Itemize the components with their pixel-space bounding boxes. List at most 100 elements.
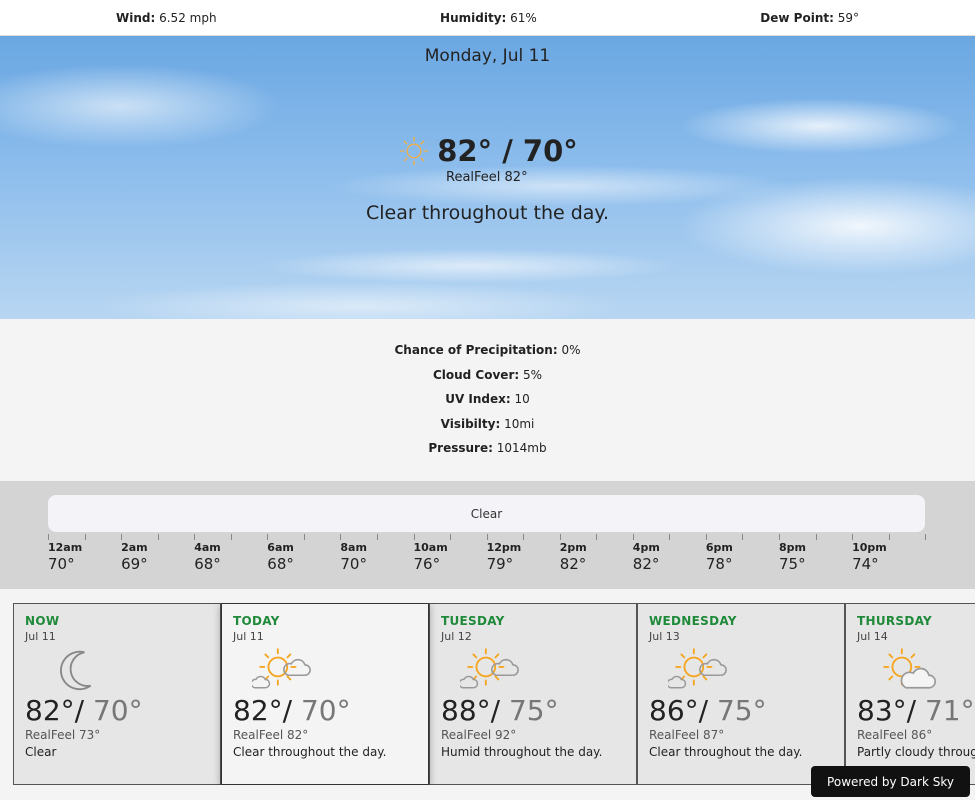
- detail-label: Cloud Cover:: [432, 367, 520, 382]
- card-date: Jul 11: [233, 630, 264, 643]
- timeline-tick: [705, 534, 707, 540]
- detail-value: 1014mb: [496, 441, 547, 456]
- hour-time: 8pm: [779, 541, 806, 554]
- hour-item: 2pm 82°: [560, 541, 587, 573]
- hourly-timeline: Clear 12am 70° 2am 69° 4am 68° 6am 68° 8am 70° 10a…: [0, 481, 975, 589]
- wind-label: Wind:: [116, 10, 156, 25]
- precipitation-row: Chance of Precipitation: 0%: [395, 343, 581, 368]
- timeline-tick: [303, 534, 305, 540]
- timeline-tick: [596, 534, 598, 540]
- card-date: Jul 12: [441, 630, 472, 643]
- hour-time: 12pm: [486, 541, 522, 554]
- partly-sunny-icon: [668, 648, 727, 689]
- card-temps: 82°/ 70°: [233, 694, 351, 727]
- cloud-cover-row: Cloud Cover: 5%: [433, 368, 542, 393]
- timeline-tick: [852, 534, 854, 540]
- timeline-tick: [888, 534, 890, 540]
- pressure-row: Pressure: 1014mb: [428, 441, 546, 466]
- forecast-card-now[interactable]: NOW Jul 11 82°/ 70° RealFeel 73° Clear: [13, 603, 221, 785]
- timeline-tick: [742, 534, 744, 540]
- hour-temp: 75°: [779, 555, 806, 573]
- card-temps: 82°/ 70°: [25, 694, 143, 727]
- card-summary: Clear throughout the day.: [649, 745, 803, 759]
- humidity-value: 61%: [510, 10, 537, 25]
- hour-time: 2am: [121, 541, 148, 554]
- detail-label: Visibilty:: [440, 416, 501, 431]
- card-temps: 88°/ 75°: [441, 694, 559, 727]
- hour-item: 10am 76°: [414, 541, 448, 573]
- card-summary: Partly cloudy throughout the day.: [857, 745, 975, 759]
- conditions-bar: Wind: 6.52 mph Humidity: 61% Dew Point: …: [0, 0, 975, 36]
- detail-label: Pressure:: [428, 441, 493, 456]
- card-day: TUESDAY: [441, 614, 505, 628]
- dew-point-label: Dew Point:: [760, 10, 834, 25]
- card-day: TODAY: [233, 614, 280, 628]
- card-date: Jul 11: [25, 630, 56, 643]
- humidity-label: Humidity:: [440, 10, 507, 25]
- detail-label: Chance of Precipitation:: [394, 343, 558, 357]
- card-low: 71°: [924, 694, 975, 727]
- timeline-tick: [413, 534, 415, 540]
- hour-item: 6am 68°: [267, 541, 294, 573]
- detail-label: UV Index:: [445, 392, 511, 407]
- timeline-tick: [669, 534, 671, 540]
- hour-time: 8am: [340, 541, 367, 554]
- timeline-tick: [486, 534, 488, 540]
- partly-sunny-icon: [252, 648, 311, 689]
- hero-summary: Clear throughout the day.: [365, 202, 610, 224]
- forecast-card-tuesday[interactable]: TUESDAY Jul 12 88°/ 75° RealFeel 92° Humid t…: [429, 603, 637, 785]
- card-summary: Humid throughout the day.: [441, 745, 603, 759]
- forecast-card-thursday[interactable]: THURSDAY Jul 14 83°/ 71° RealFeel 86° Partly…: [845, 603, 975, 785]
- detail-value: 0%: [561, 343, 581, 357]
- hour-temp: 70°: [340, 555, 367, 573]
- timeline-tick: [340, 534, 342, 540]
- card-high: 86°/: [649, 694, 709, 727]
- condition-bar[interactable]: Clear: [48, 495, 925, 532]
- timeline-tick: [121, 534, 123, 540]
- hour-item: 8am 70°: [340, 541, 367, 573]
- hour-temp: 76°: [413, 555, 441, 573]
- hour-time: 10am: [413, 541, 448, 554]
- daily-forecast: NOW Jul 11 82°/ 70° RealFeel 73° Clear TODAY J…: [13, 603, 975, 785]
- hour-temp: 74°: [852, 555, 879, 573]
- hour-item: 4am 68°: [194, 541, 221, 573]
- timeline-tick: [84, 534, 86, 540]
- hero-temps: 82° / 70°: [437, 134, 578, 168]
- timeline-tick: [194, 534, 196, 540]
- hour-time: 4am: [194, 541, 221, 554]
- hero-realfeel: RealFeel 82°: [446, 170, 528, 185]
- hour-time: 10pm: [852, 541, 887, 554]
- detail-value: 5%: [522, 367, 543, 382]
- card-high: 83°/: [857, 694, 917, 727]
- hour-time: 6am: [267, 541, 294, 554]
- sun-icon: [399, 136, 429, 166]
- hero-temperature: 82° / 70°: [0, 134, 975, 168]
- card-low: 75°: [716, 694, 767, 727]
- dew-point-stat: Dew Point: 59°: [760, 11, 859, 25]
- hour-temp: 70°: [48, 555, 75, 573]
- hero-panel: Monday, Jul 11 82° / 70° RealFeel 82° Cl…: [0, 36, 975, 319]
- timeline-tick: [157, 534, 159, 540]
- hour-temp: 78°: [705, 555, 733, 573]
- timeline-tick: [779, 534, 780, 540]
- card-summary: Clear: [25, 745, 57, 759]
- hour-temp: 69°: [121, 555, 148, 573]
- timeline-tick: [450, 534, 452, 540]
- card-temps: 86°/ 75°: [649, 694, 767, 727]
- hour-time: 12am: [48, 541, 83, 554]
- card-date: Jul 14: [857, 630, 888, 643]
- hour-time: 6pm: [705, 541, 733, 554]
- hour-item: 12am 70°: [48, 541, 82, 573]
- forecast-card-wednesday[interactable]: WEDNESDAY Jul 13 86°/ 75° RealFeel 87° Clear…: [637, 603, 845, 785]
- card-realfeel: RealFeel 82°: [233, 728, 309, 742]
- details-list: Chance of Precipitation: 0% Cloud Cover:…: [0, 319, 975, 481]
- timeline-tick: [230, 534, 232, 540]
- card-high: 88°/: [441, 694, 501, 727]
- forecast-card-today[interactable]: TODAY Jul 11 82°/ 70° RealFeel 82° Clear thr…: [221, 603, 429, 785]
- uv-index-row: UV Index: 10: [445, 392, 530, 417]
- hour-item: 2am 69°: [121, 541, 148, 573]
- powered-by-dark-sky-link[interactable]: Powered by Dark Sky: [811, 766, 970, 797]
- partly-cloudy-icon: [883, 648, 936, 689]
- hour-temp: 68°: [267, 555, 294, 573]
- card-realfeel: RealFeel 87°: [649, 728, 725, 742]
